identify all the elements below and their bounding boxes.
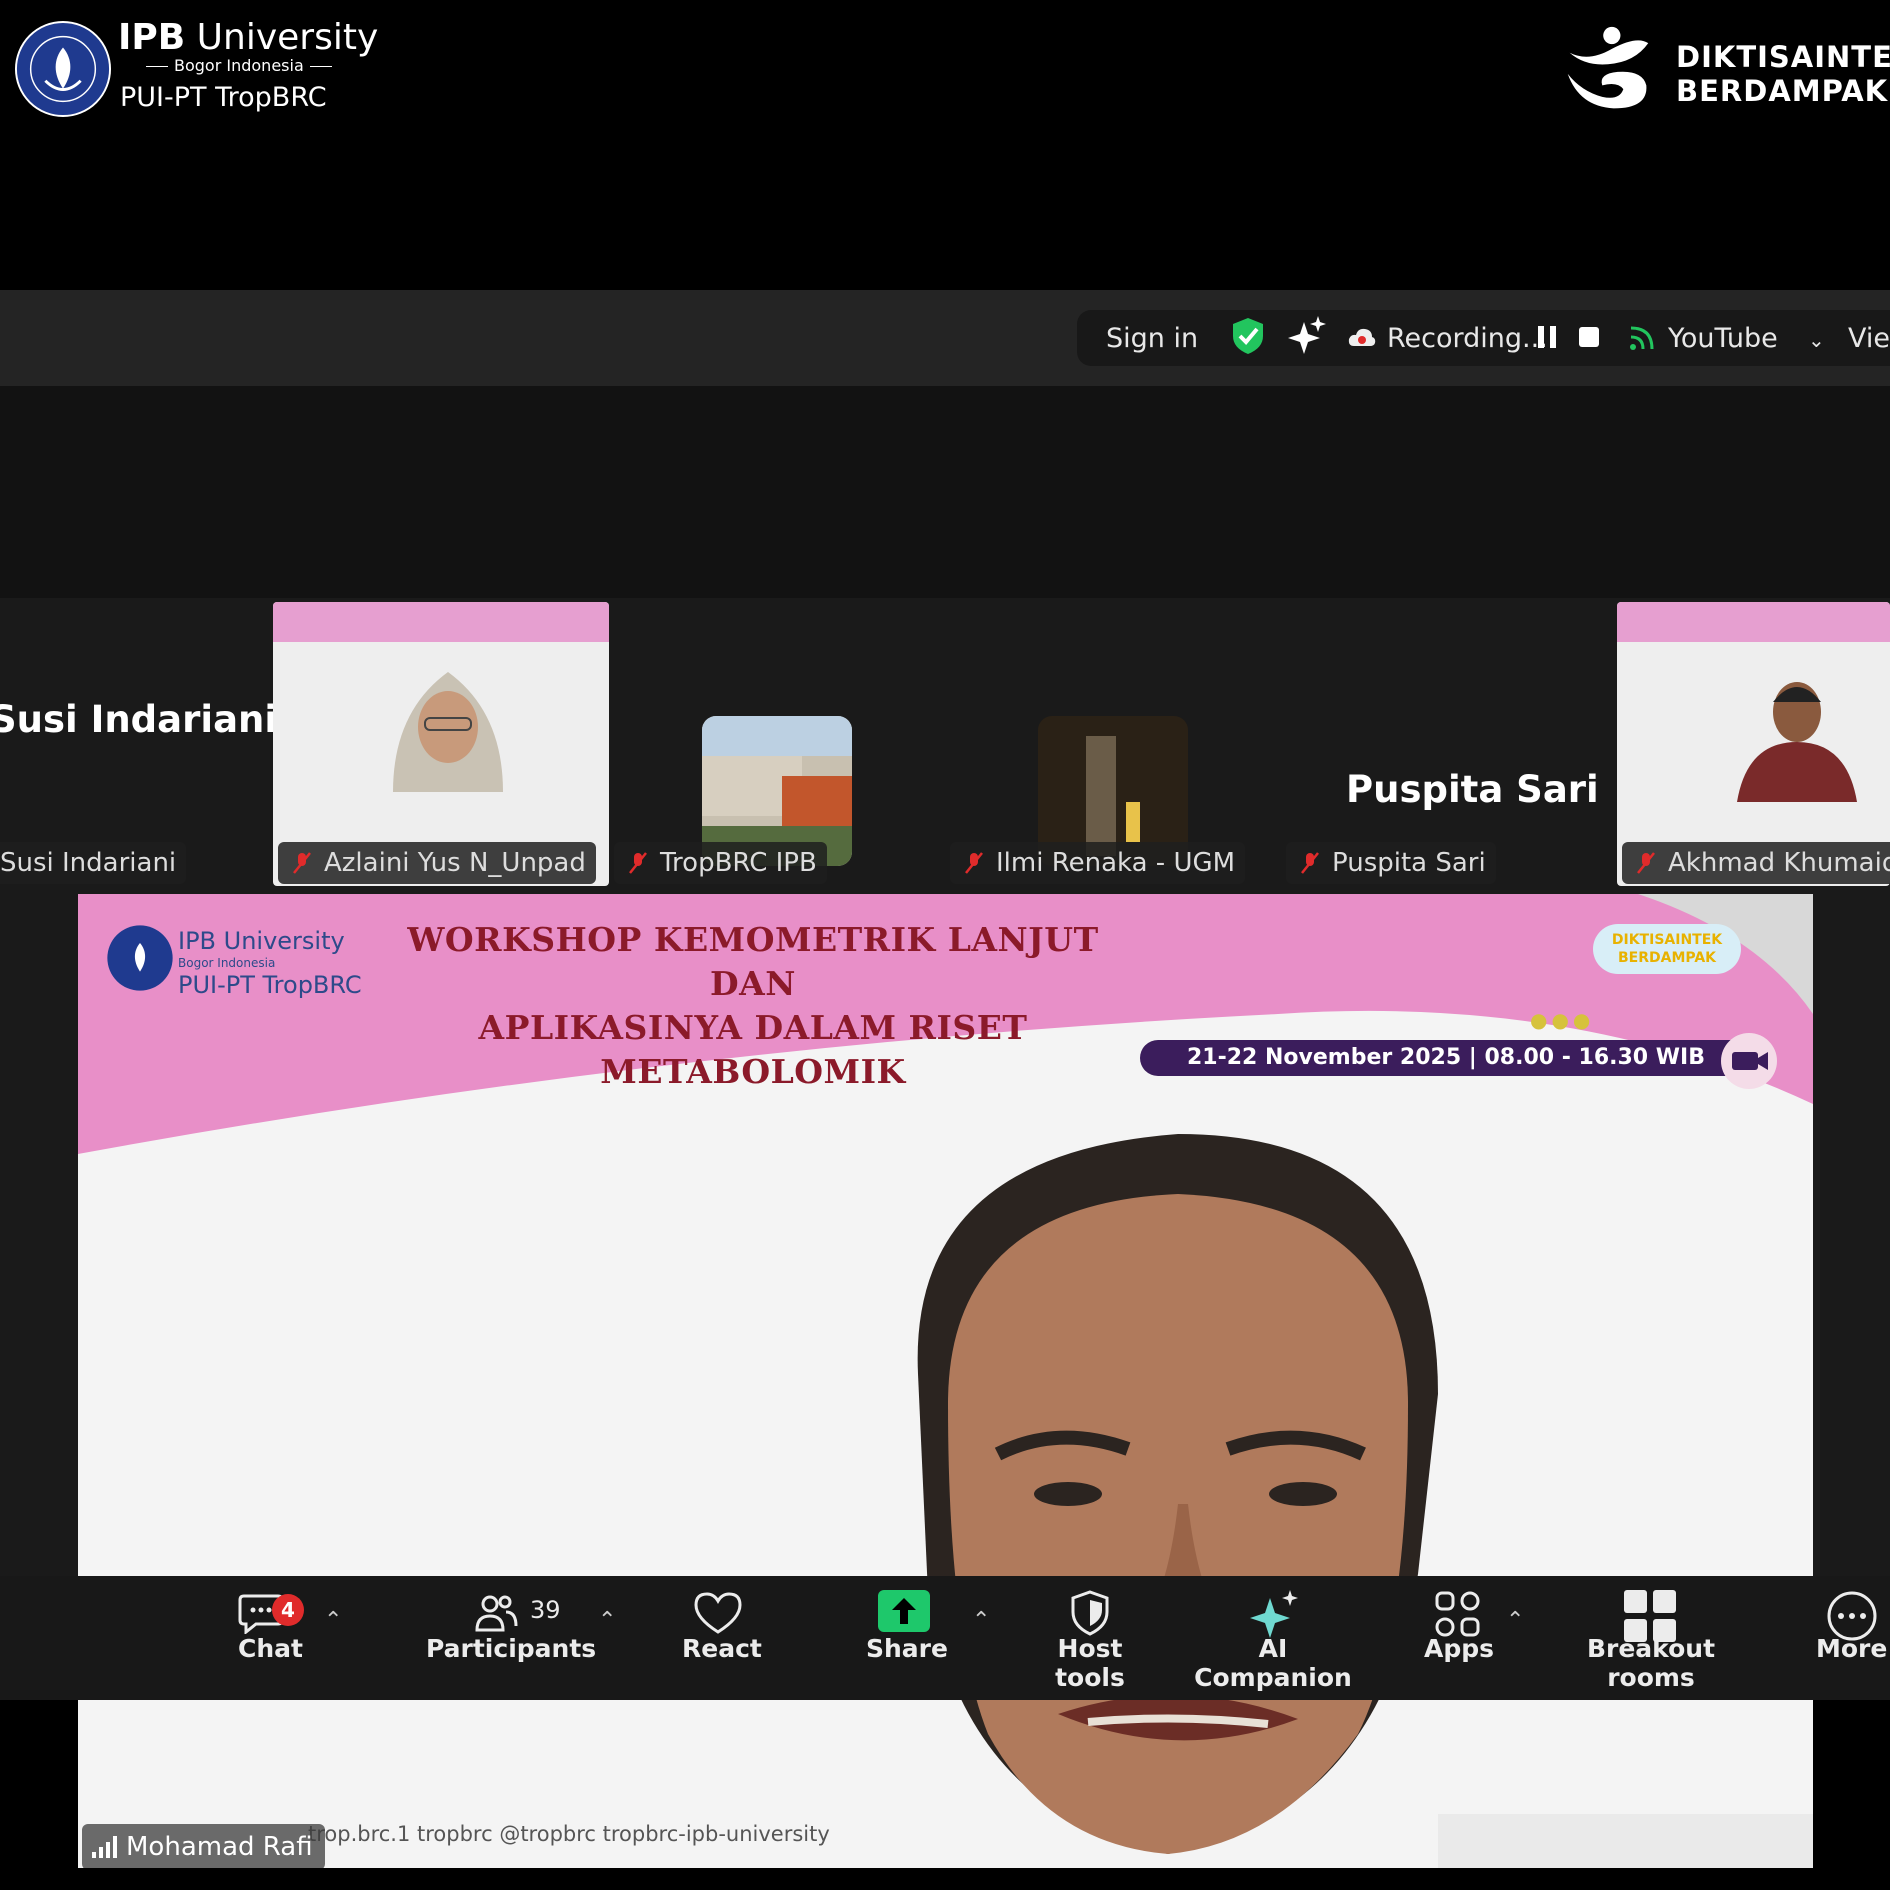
chat-caret-icon[interactable]: ⌃ [324, 1608, 342, 1633]
workshop-title: WORKSHOP KEMOMETRIK LANJUT DAN APLIKASIN… [407, 920, 1099, 1091]
participant-name-large-puspita: Puspita Sari [1346, 768, 1599, 811]
react-button[interactable]: React [682, 1634, 762, 1663]
participant-tag-susi: Susi Indariani [0, 842, 187, 884]
diktisaintek-logo-icon [1567, 26, 1649, 109]
heart-icon[interactable] [692, 1590, 744, 1636]
participant-tag-akhmad: Akhmad Khumaidi_ [1622, 842, 1890, 884]
decorative-dots: ●●● [1530, 1008, 1595, 1032]
muted-mic-icon [1301, 852, 1319, 874]
muted-mic-icon [1637, 852, 1655, 874]
breakout-rooms-button[interactable]: Breakout rooms [1556, 1634, 1746, 1692]
speaker-figure [917, 1134, 1438, 1854]
host-tools-shield-icon[interactable] [1070, 1590, 1110, 1636]
participant-tag-ilmi: Ilmi Renaka - UGM [950, 842, 1246, 884]
banner-dikti-badge: DIKTISAINTEK BERDAMPAK [1593, 924, 1741, 974]
signal-strength-icon [92, 1836, 117, 1858]
participants-count: 39 [530, 1596, 561, 1624]
ai-sparkle-icon[interactable] [1288, 316, 1326, 356]
participant-name-large: Susi Indariani [0, 698, 278, 741]
apps-icon[interactable] [1434, 1590, 1482, 1638]
diktisaintek-text: DIKTISAINTEK BERDAMPAK [1676, 40, 1890, 108]
more-button[interactable]: More [1816, 1634, 1887, 1663]
apps-button[interactable]: Apps [1424, 1634, 1494, 1663]
live-stream-icon [1630, 326, 1654, 350]
share-screen-icon[interactable] [878, 1590, 930, 1632]
stop-recording-icon[interactable] [1577, 325, 1601, 349]
participant-strip [0, 386, 1890, 598]
chat-unread-badge: 4 [272, 1594, 304, 1626]
apps-caret-icon[interactable]: ⌃ [1506, 1608, 1524, 1633]
share-button[interactable]: Share [866, 1634, 948, 1663]
ipb-subtitle: Bogor Indonesia [140, 56, 338, 75]
share-caret-icon[interactable]: ⌃ [972, 1608, 990, 1633]
ipb-unit: PUI-PT TropBRC [120, 82, 327, 113]
workshop-date: 21-22 November 2025 | 08.00 - 16.30 WIB [1140, 1040, 1752, 1076]
participant-tag-tropbrc: TropBRC IPB [614, 842, 827, 884]
main-speaker-video[interactable]: IPB University Bogor Indonesia PUI-PT Tr… [78, 894, 1813, 1868]
recording-status: Recording... [1387, 323, 1548, 354]
youtube-stream-menu[interactable]: YouTube [1668, 323, 1778, 354]
ai-companion-button[interactable]: AI Companion [1188, 1634, 1358, 1692]
zoom-window: Sign in Recording... YouTube ⌄ View Susi… [0, 290, 1890, 1868]
muted-mic-icon [965, 852, 983, 874]
participants-button[interactable]: Participants [426, 1634, 596, 1663]
chat-button[interactable]: Chat [238, 1634, 303, 1663]
social-handles: trop.brc.1 tropbrc @tropbrc tropbrc-ipb-… [308, 1822, 830, 1846]
view-button[interactable]: View [1848, 323, 1890, 354]
chevron-down-icon[interactable]: ⌄ [1808, 328, 1825, 352]
ipb-banner-logo-icon [107, 925, 173, 991]
video-camera-icon [1721, 1033, 1777, 1089]
ai-companion-sparkle-icon[interactable] [1248, 1590, 1300, 1640]
backdrop-panel [1438, 1814, 1813, 1868]
banner-ipb-text: IPB University Bogor Indonesia PUI-PT Tr… [178, 927, 362, 999]
cloud-recording-icon [1348, 328, 1376, 346]
speaker-name-tag: Mohamad Rafi [82, 1824, 325, 1868]
muted-mic-icon [629, 852, 647, 874]
muted-mic-icon [293, 852, 311, 874]
participants-icon[interactable] [474, 1590, 518, 1634]
ipb-logo-icon [14, 20, 112, 118]
pause-recording-icon[interactable] [1536, 324, 1558, 350]
participant-tag-puspita: Puspita Sari [1286, 842, 1496, 884]
security-shield-icon[interactable] [1230, 316, 1266, 356]
participant-tag-azlaini: Azlaini Yus N_Unpad [278, 842, 596, 884]
sign-in-button[interactable]: Sign in [1106, 323, 1198, 354]
host-tools-button[interactable]: Host tools [1028, 1634, 1152, 1692]
participants-caret-icon[interactable]: ⌃ [598, 1608, 616, 1633]
ipb-university-name: IPB University [118, 17, 379, 58]
